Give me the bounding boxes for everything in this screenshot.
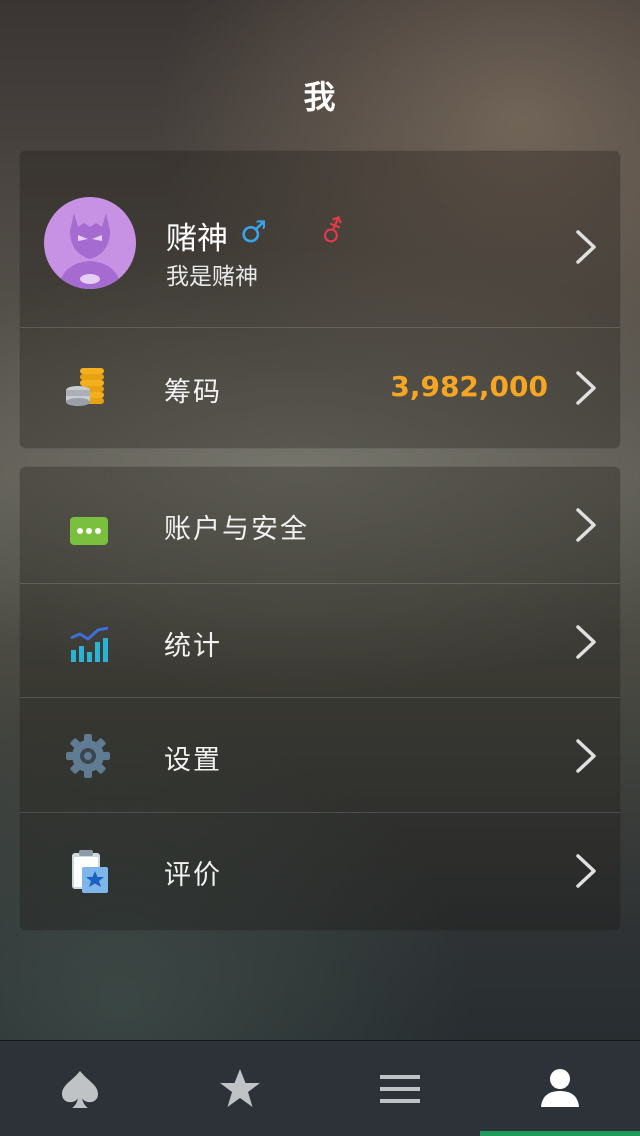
avatar <box>44 197 136 289</box>
profile-name: 赌神 <box>166 221 228 257</box>
coins-icon <box>66 368 104 406</box>
male-icon: ♂ <box>240 215 267 250</box>
tab-active-indicator <box>480 1131 640 1136</box>
tab-favorites[interactable] <box>160 1041 320 1136</box>
chevron-right-icon <box>576 739 596 773</box>
chevron-right-icon <box>576 230 596 264</box>
chips-value: 3,982,000 <box>390 370 548 403</box>
user-icon <box>541 1069 579 1107</box>
menu-item-label: 统计 <box>164 631 222 662</box>
menu-item-account-security[interactable]: 账户与安全 <box>20 467 620 583</box>
chips-row[interactable]: 筹码 3,982,000 <box>20 328 620 448</box>
tab-games[interactable] <box>0 1041 160 1136</box>
profile-subtitle: 我是赌神 <box>166 264 258 290</box>
menu-item-label: 设置 <box>164 745 222 776</box>
menu-card: 账户与安全 统计 设置 评价 <box>20 467 620 930</box>
chevron-right-icon <box>576 508 596 542</box>
tab-bar <box>0 1040 640 1136</box>
tab-me[interactable] <box>480 1041 640 1136</box>
chevron-right-icon <box>576 625 596 659</box>
spade-icon <box>62 1071 98 1108</box>
gear-icon <box>66 734 110 778</box>
profile-card: 赌神 ♂ ⚦ 我是赌神 筹码 3,982,000 <box>20 151 620 448</box>
menu-item-label: 账户与安全 <box>164 514 309 545</box>
page-title: 我 <box>303 78 337 116</box>
profile-row[interactable]: 赌神 ♂ ⚦ 我是赌神 <box>20 151 620 327</box>
menu-item-settings[interactable]: 设置 <box>20 698 620 812</box>
stats-chart-icon <box>70 626 109 662</box>
clipboard-star-icon <box>72 850 108 893</box>
menu-item-label: 评价 <box>164 860 222 891</box>
menu-item-rating[interactable]: 评价 <box>20 813 620 930</box>
menu-item-statistics[interactable]: 统计 <box>20 584 620 697</box>
chevron-right-icon <box>576 371 596 405</box>
chips-label: 筹码 <box>164 377 222 408</box>
female-icon: ⚦ <box>320 215 346 250</box>
chevron-right-icon <box>576 854 596 888</box>
tab-menu[interactable] <box>320 1041 480 1136</box>
menu-icon <box>380 1075 420 1103</box>
chat-bubble-icon <box>70 517 108 545</box>
star-icon <box>220 1069 260 1107</box>
